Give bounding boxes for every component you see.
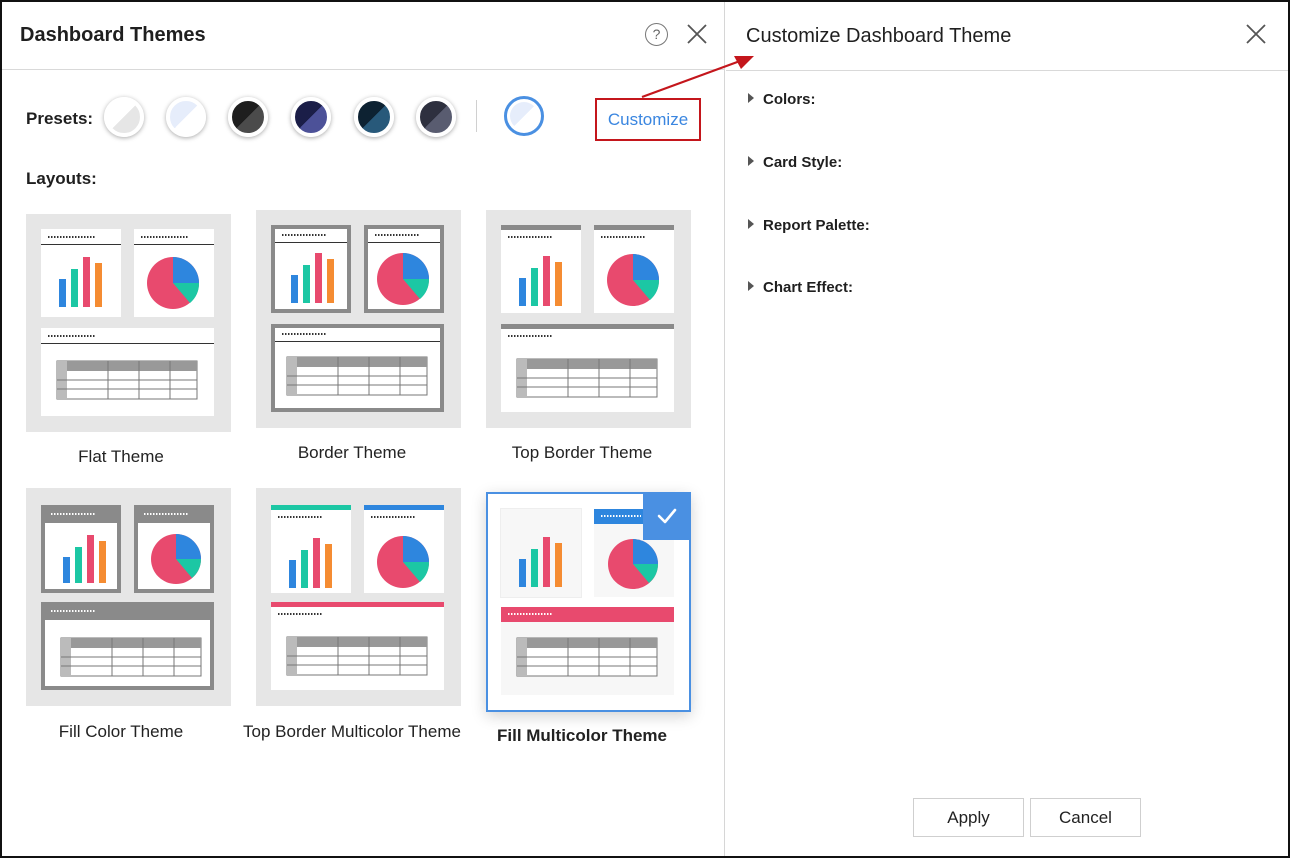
mini-card-pie	[364, 505, 444, 593]
mini-card-table	[501, 324, 674, 412]
mini-card-table	[501, 607, 674, 695]
table-icon	[60, 637, 202, 677]
table-icon	[286, 356, 428, 396]
checkmark-icon	[657, 508, 677, 524]
preset-custom-selected[interactable]	[504, 96, 544, 136]
dashboard-themes-dialog: Dashboard Themes ? Presets: Customize La…	[2, 2, 725, 856]
theme-card-fill-color[interactable]	[26, 488, 231, 706]
mini-card-table	[41, 602, 214, 690]
table-icon	[516, 637, 658, 677]
presets-label: Presets:	[26, 109, 94, 128]
theme-label-top-border-multicolor: Top Border Multicolor Theme	[243, 722, 461, 741]
preset-black[interactable]	[228, 97, 268, 137]
preset-divider	[476, 100, 477, 132]
table-icon	[516, 358, 658, 398]
theme-label-top-border: Top Border Theme	[511, 443, 653, 462]
mini-card-table	[41, 328, 214, 416]
bar-chart-icon	[519, 537, 562, 587]
pie-chart-icon	[607, 254, 660, 306]
customize-theme-panel: Customize Dashboard Theme Colors: Card S…	[726, 2, 1288, 856]
preset-light-blue[interactable]	[166, 97, 206, 137]
bar-chart-icon	[59, 257, 102, 307]
table-icon	[56, 360, 198, 400]
pie-chart-icon	[377, 253, 430, 305]
theme-label-flat: Flat Theme	[78, 447, 164, 466]
mini-card-bar	[271, 505, 351, 593]
mini-card-table	[271, 602, 444, 690]
annotation-arrow	[641, 56, 754, 99]
theme-card-flat[interactable]	[26, 214, 231, 432]
theme-label-fill-color: Fill Color Theme	[58, 722, 184, 741]
pie-chart-icon	[377, 536, 430, 588]
section-label: Chart Effect:	[763, 279, 854, 296]
bar-chart-icon	[63, 535, 106, 583]
apply-button[interactable]: Apply	[913, 798, 1024, 837]
bar-chart-icon	[291, 253, 334, 303]
panel-title: Customize Dashboard Theme	[746, 25, 1012, 47]
preset-dark-teal[interactable]	[354, 97, 394, 137]
pie-chart-icon	[151, 534, 201, 584]
theme-label-fill-multicolor: Fill Multicolor Theme	[496, 726, 667, 745]
layouts-label: Layouts:	[26, 169, 97, 188]
selected-check-badge	[643, 492, 691, 540]
pie-chart-icon	[147, 257, 200, 309]
mini-card-pie	[594, 225, 674, 313]
caret-right-icon	[748, 156, 754, 166]
dialog-title: Dashboard Themes	[20, 24, 206, 46]
theme-card-border[interactable]	[256, 210, 461, 428]
section-label: Colors:	[763, 91, 816, 108]
section-label: Report Palette:	[763, 217, 870, 234]
section-card-style[interactable]: Card Style:	[748, 154, 842, 176]
table-icon	[286, 636, 428, 676]
mini-card-pie	[364, 225, 444, 313]
caret-right-icon	[748, 219, 754, 229]
close-icon[interactable]	[1244, 22, 1268, 46]
section-report-palette[interactable]: Report Palette:	[748, 217, 870, 239]
preset-slate[interactable]	[416, 97, 456, 137]
bar-chart-icon	[519, 256, 562, 306]
section-label: Card Style:	[763, 154, 843, 171]
mini-card-bar	[501, 225, 581, 313]
mini-card-pie	[134, 229, 214, 317]
theme-card-top-border-multicolor[interactable]	[256, 488, 461, 706]
mini-card-bar	[271, 225, 351, 313]
theme-label-border: Border Theme	[297, 443, 407, 462]
mini-card-bar	[41, 505, 121, 593]
mini-card-pie	[134, 505, 214, 593]
mini-card-bar	[501, 509, 581, 597]
theme-card-fill-multicolor[interactable]	[486, 492, 691, 712]
theme-card-top-border[interactable]	[486, 210, 691, 428]
help-icon[interactable]: ?	[645, 23, 668, 46]
section-chart-effect[interactable]: Chart Effect:	[748, 279, 853, 301]
dialog-header: Dashboard Themes ?	[2, 2, 725, 70]
mini-card-bar	[41, 229, 121, 317]
bar-chart-icon	[289, 538, 332, 588]
panel-header: Customize Dashboard Theme	[726, 2, 1288, 71]
caret-right-icon	[748, 281, 754, 291]
preset-navy[interactable]	[291, 97, 331, 137]
cancel-button[interactable]: Cancel	[1030, 798, 1141, 837]
preset-light-gray[interactable]	[104, 97, 144, 137]
mini-card-table	[271, 324, 444, 412]
close-icon[interactable]	[685, 22, 709, 46]
